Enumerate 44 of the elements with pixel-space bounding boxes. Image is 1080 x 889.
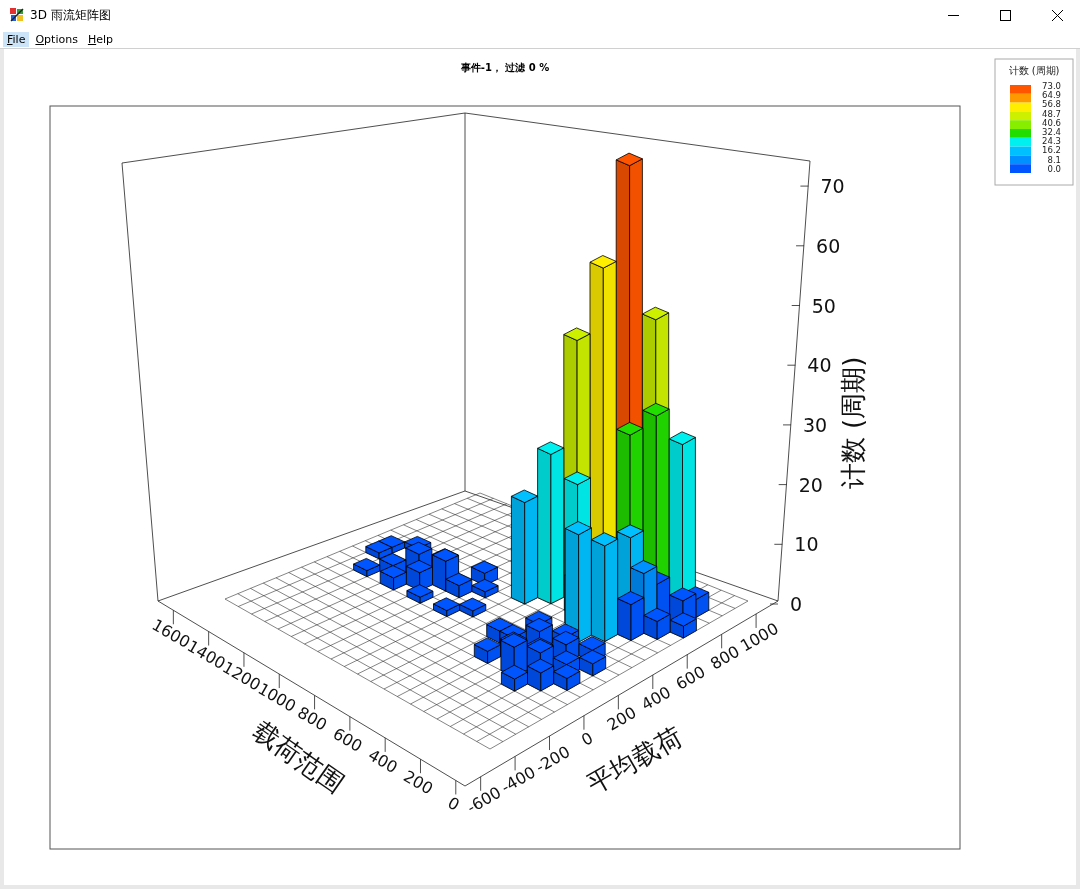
axis-tick-label: 0: [444, 792, 463, 815]
legend-label: 8.1: [1047, 154, 1061, 165]
app-icon: [10, 8, 24, 22]
legend-title: 计数 (周期): [1008, 65, 1060, 76]
chart-title: 事件-1， 过滤 0 %: [460, 62, 550, 73]
axis-tick-label: 200: [603, 702, 640, 735]
bar: [471, 578, 499, 599]
axis-tick-label: 200: [400, 766, 437, 799]
maximize-icon: [999, 9, 1011, 21]
axis-tick-label: 70: [820, 175, 845, 198]
axis-tick-label: 40: [807, 354, 832, 377]
axis-tick-label: 60: [816, 234, 841, 257]
axis-tick-label: 800: [294, 702, 331, 735]
axis-tick-label: 0: [578, 728, 597, 750]
close-icon: [1051, 9, 1063, 21]
bar: [579, 649, 607, 677]
axis-tick-label: 10: [794, 533, 819, 556]
legend-label: 24.3: [1042, 136, 1061, 147]
axis-tick-label: 20: [798, 473, 823, 496]
legend-label: 48.7: [1042, 108, 1061, 119]
window-title: 3D 雨流矩阵图: [30, 6, 111, 24]
legend-label: 16.2: [1042, 145, 1061, 156]
axis-tick-label: 600: [672, 662, 709, 694]
bar: [353, 558, 381, 577]
legend-label: 32.4: [1042, 127, 1061, 137]
bar: [433, 597, 460, 617]
bar: [365, 540, 393, 560]
menu-item[interactable]: File: [3, 31, 30, 47]
axis-tick-label: 0: [790, 593, 803, 615]
bar: [527, 658, 555, 692]
bar: [459, 597, 487, 618]
axis-tick-label: 30: [803, 413, 828, 436]
menu-item[interactable]: Help: [83, 31, 117, 47]
axis-title: 计数 (周期): [838, 356, 868, 490]
axis-tick-label: 400: [638, 682, 675, 715]
axis-tick-label: 400: [364, 745, 401, 777]
menu-item[interactable]: Options: [31, 31, 82, 47]
legend-label: 64.9: [1042, 90, 1061, 101]
legend-label: 56.8: [1042, 99, 1061, 110]
axis-tick-label: 50: [811, 294, 836, 317]
legend-label: 40.6: [1042, 117, 1061, 128]
legend-label: 0.0: [1047, 163, 1061, 174]
axis-tick-label: 600: [329, 724, 366, 756]
legend-label: 73.0: [1042, 81, 1061, 91]
